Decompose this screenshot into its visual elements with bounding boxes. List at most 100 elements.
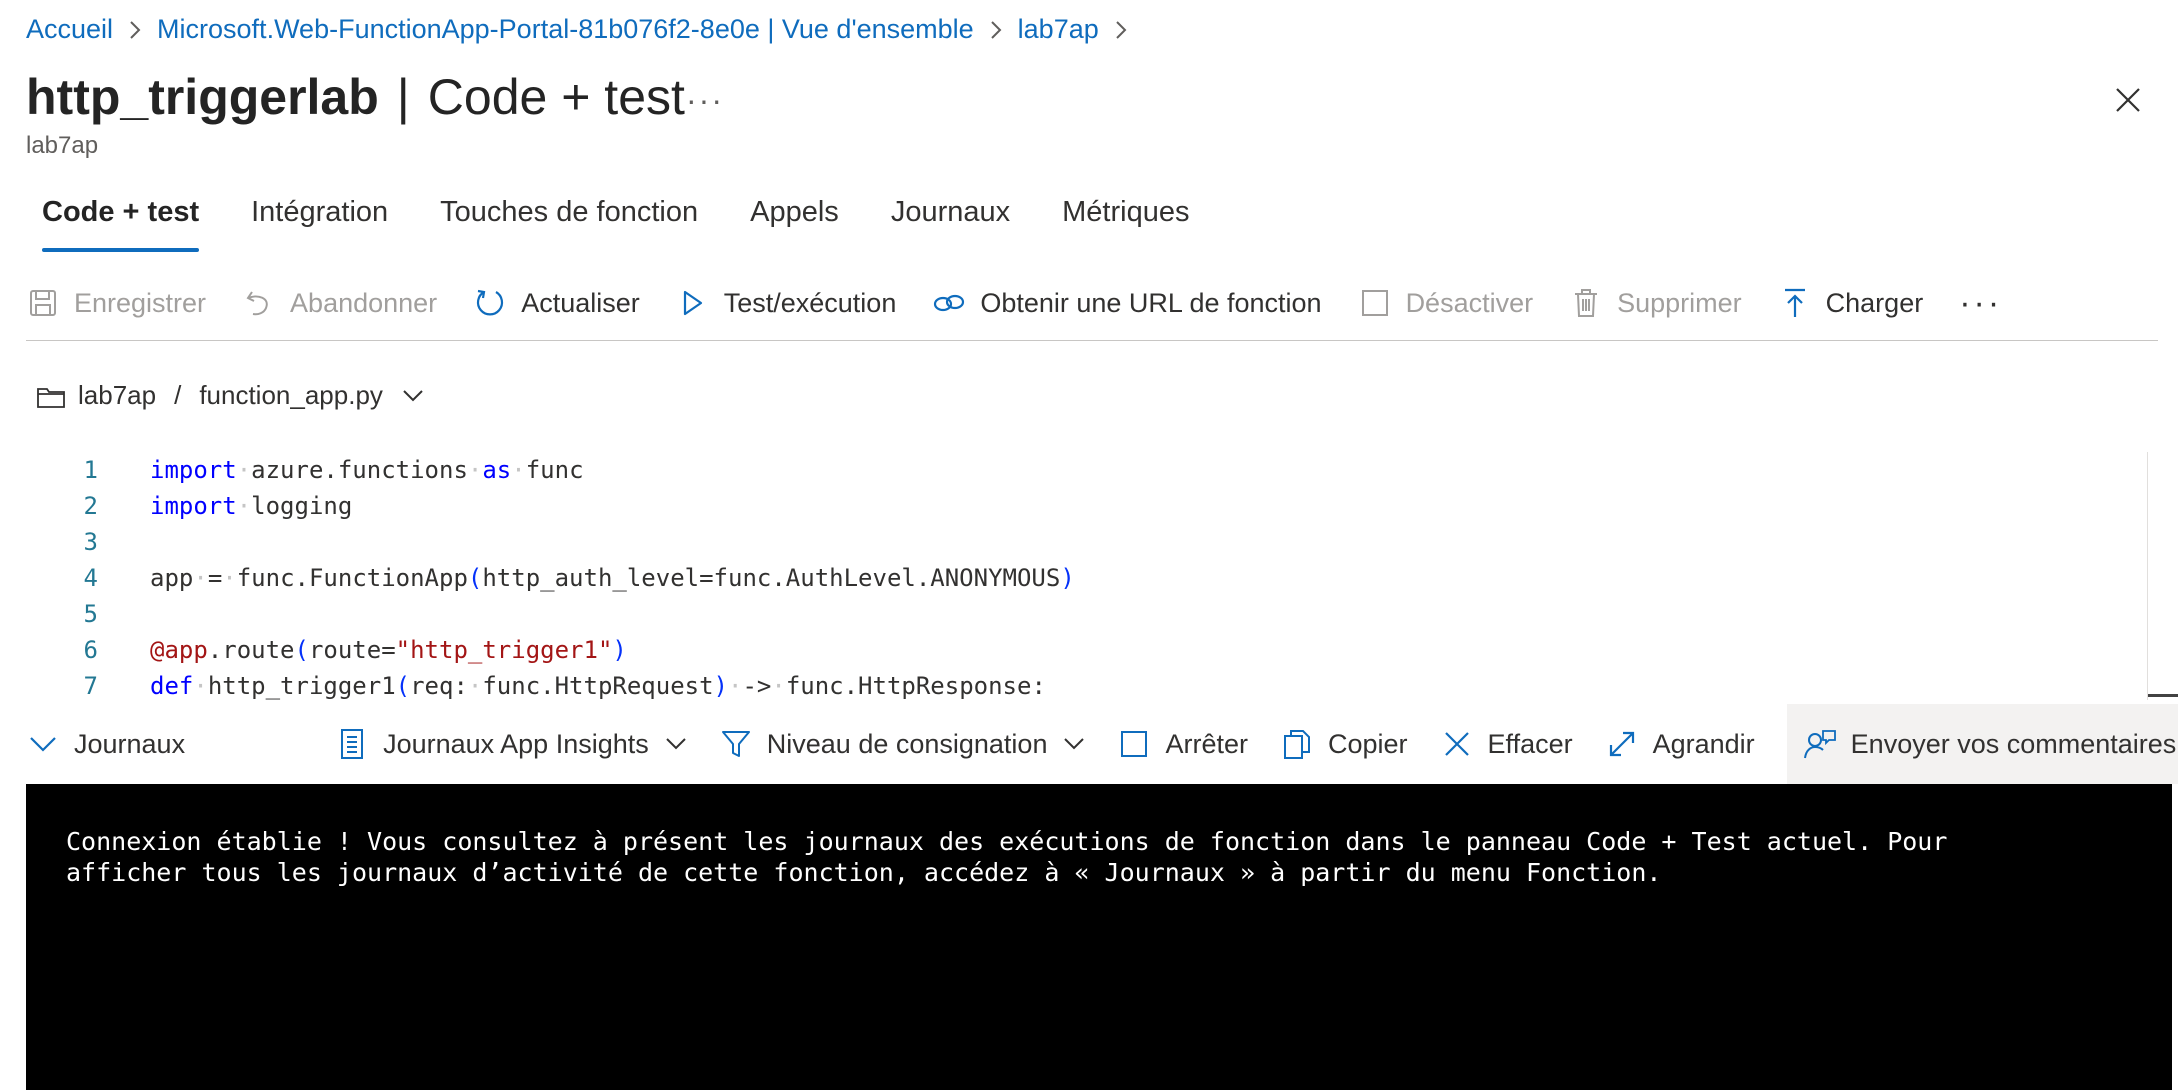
module-token: azure.functions [251,456,468,484]
attr-token: .route [207,636,295,664]
log-console[interactable]: Connexion établie ! Vous consultez à pré… [26,784,2172,1090]
function-name: http_triggerlab [26,69,379,125]
folder-name: lab7ap [78,380,157,410]
tab-integration[interactable]: Intégration [251,196,388,252]
clear-label: Effacer [1487,728,1573,759]
delete-button[interactable]: Supprimer [1569,280,1742,326]
code-line: 6 @app .route(route= "http_trigger1") [26,632,2136,668]
stop-button[interactable]: Arrêter [1117,704,1248,784]
upload-button[interactable]: Charger [1778,280,1924,326]
function-name-token: http_trigger1 [207,672,396,700]
tab-invocations[interactable]: Appels [750,196,839,252]
identifier-token: app [150,564,194,592]
decorator-token: @app [150,636,208,664]
resource-subtitle: lab7ap [26,132,99,159]
title-separator: | [396,69,410,125]
upload-label: Charger [1825,287,1924,318]
line-number: 7 [83,672,98,700]
paren-token: ) [612,636,627,664]
close-button[interactable] [2108,80,2148,120]
code-editor[interactable]: 1 import · azure.functions · as · func 2 impor… [26,452,2136,702]
file-path-selector[interactable]: lab7ap / function_app.py [36,380,425,411]
code-line: 2 import · logging [26,488,2136,524]
discard-button[interactable]: Abandonner [242,280,437,326]
logs-toolbar: Journaux Journaux App Insights Niveau de… [26,704,2178,784]
line-number: 2 [83,492,98,520]
code-line: 1 import · azure.functions · as · func [26,452,2136,488]
expand-button[interactable]: Agrandir [1605,704,1755,784]
tab-code-test[interactable]: Code + test [42,196,200,252]
send-feedback-button[interactable]: Envoyer vos commentaires [1786,704,2178,784]
save-button[interactable]: Enregistrer [26,280,206,326]
view-name: Code + test [427,69,685,125]
code-line: 4 app · = · func.FunctionApp(http_auth_level… [26,560,2136,596]
logs-toggle-button[interactable]: Journaux [26,704,185,784]
paren-token: ) [713,672,728,700]
editor-scrollbar[interactable] [2147,452,2178,700]
file-name: function_app.py [199,380,383,410]
paren-token: ( [395,672,411,700]
tab-function-keys[interactable]: Touches de fonction [440,196,698,252]
list-document-icon [335,727,369,761]
code-line: 5 [26,596,2136,632]
copy-label: Copier [1328,728,1408,759]
get-function-url-button[interactable]: Obtenir une URL de fonction [932,280,1322,326]
breadcrumb-function-app[interactable]: Microsoft.Web-FunctionApp-Portal-81b076f… [157,14,974,45]
app-insights-logs-dropdown[interactable]: Journaux App Insights [335,704,687,784]
refresh-icon [473,286,507,320]
clear-button[interactable]: Effacer [1440,704,1573,784]
disable-button[interactable]: Désactiver [1358,280,1534,326]
toolbar-more-button[interactable]: ··· [1959,280,2002,326]
log-level-dropdown[interactable]: Niveau de consignation [719,704,1086,784]
tab-metrics[interactable]: Métriques [1062,196,1189,252]
logs-label: Journaux [74,728,186,759]
chevron-right-icon [974,19,1018,41]
call-token: func.FunctionApp [236,564,468,592]
filter-icon [719,727,753,761]
paren-token: ( [294,636,309,664]
save-icon [26,286,60,320]
keyword-token: import [150,492,237,520]
tab-logs[interactable]: Journaux [891,196,1010,252]
line-number: 6 [83,636,98,664]
type-token: func.HttpRequest [482,672,714,700]
return-type-token: func.HttpResponse: [785,672,1046,700]
log-level-label: Niveau de consignation [766,728,1048,759]
test-run-button[interactable]: Test/exécution [676,280,897,326]
refresh-button[interactable]: Actualiser [473,280,640,326]
path-separator: / [174,380,182,410]
paren-token: ( [467,564,483,592]
editor-scroll-thumb[interactable] [2148,694,2178,697]
close-icon [2116,88,2140,112]
chevron-right-icon [113,19,157,41]
copy-button[interactable]: Copier [1280,704,1408,784]
link-icon [932,286,966,320]
test-run-label: Test/exécution [723,287,897,318]
chevron-down-icon [401,388,425,404]
stop-icon [1117,727,1151,761]
breadcrumb-home[interactable]: Accueil [26,14,113,45]
disable-label: Désactiver [1405,287,1534,318]
more-actions-button[interactable]: ··· [686,82,724,119]
breadcrumb-lab7ap[interactable]: lab7ap [1018,14,1099,45]
checkbox-icon [1358,286,1392,320]
paren-token: ) [1060,564,1075,592]
trash-icon [1569,286,1603,320]
line-number: 1 [83,456,98,484]
tab-bar: Code + test Intégration Touches de fonct… [42,196,1241,252]
chevron-down-icon [26,727,60,761]
module-token: logging [251,492,353,520]
keyword-token: def [150,672,194,700]
undo-icon [242,286,276,320]
keyword-token: import [150,456,237,484]
console-line: afficher tous les journaux d’activité de… [66,858,1662,887]
get-function-url-label: Obtenir une URL de fonction [980,287,1322,318]
operator-token: = [207,564,223,592]
folder-icon [36,383,66,409]
expand-icon [1605,727,1639,761]
chevron-down-icon [1063,737,1085,751]
operator-token: -> [742,672,772,700]
string-token: "http_trigger1" [395,636,613,664]
expand-label: Agrandir [1652,728,1755,759]
feedback-person-icon [1803,727,1837,761]
